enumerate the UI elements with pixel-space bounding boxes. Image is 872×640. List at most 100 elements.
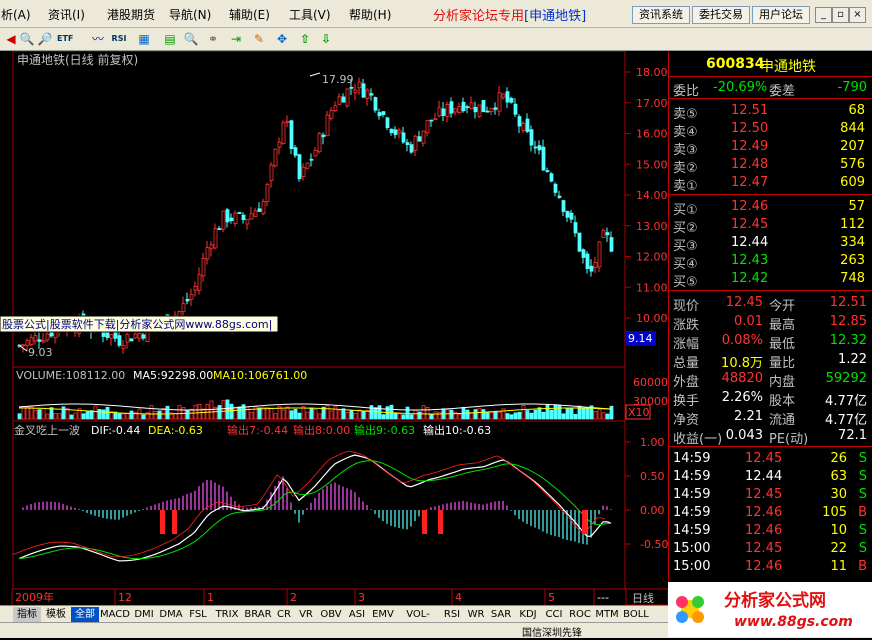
- date-label: 2009年: [15, 590, 54, 604]
- indicator-tab-dma[interactable]: DMA: [158, 607, 184, 622]
- candle-body: [197, 274, 202, 291]
- link-icon[interactable]: ⚭: [205, 31, 221, 47]
- candle-body: [333, 105, 338, 111]
- grid-icon[interactable]: ▦: [136, 31, 152, 47]
- menu-navigate[interactable]: 导航(N): [169, 6, 211, 23]
- indicator-tab-vr[interactable]: VR: [295, 607, 317, 622]
- volume-bar: [81, 413, 86, 420]
- menu-hk-futures[interactable]: 港股期货: [107, 6, 155, 23]
- candle-body: [137, 333, 142, 339]
- indicator-tab-cr[interactable]: CR: [274, 607, 294, 622]
- indicator-tab-kdj[interactable]: KDJ: [515, 607, 541, 622]
- indicator-tab-wr[interactable]: WR: [465, 607, 487, 622]
- candle-body: [249, 213, 254, 220]
- indicator-tab-vol-tdx[interactable]: VOL-TDX: [397, 607, 439, 635]
- indicator-tab-指标[interactable]: 指标: [13, 607, 41, 622]
- ask-row: 卖③ 12.49 207: [669, 139, 872, 158]
- tick-row: 14:59 12.44 63 S: [669, 469, 872, 487]
- volume-bar: [225, 399, 230, 420]
- menu-assist[interactable]: 辅助(E): [229, 6, 270, 23]
- indicator-tab-cci[interactable]: CCI: [542, 607, 566, 622]
- search-icon[interactable]: 🔍: [183, 31, 199, 47]
- tick-side: S: [858, 541, 867, 556]
- menu-help[interactable]: 帮助(H): [349, 6, 391, 23]
- zoom-out-icon[interactable]: 🔎: [37, 31, 53, 47]
- price-tick-label: 12.00: [636, 251, 668, 264]
- stat-row: 现价 12.45 今开 12.51: [669, 295, 872, 314]
- forum-button[interactable]: 用户论坛: [752, 6, 810, 24]
- restore-icon[interactable]: ▫: [832, 7, 849, 23]
- candle-body: [409, 144, 414, 153]
- indicator-tab-fsl[interactable]: FSL: [185, 607, 211, 622]
- indicator-tab-brar[interactable]: BRAR: [243, 607, 273, 622]
- volume-bar: [229, 403, 234, 420]
- chart-area[interactable]: 18.00 17.00 16.00 15.00 14.00 13.00 12.00 11.00…: [0, 51, 668, 605]
- trade-button[interactable]: 委托交易: [692, 6, 750, 24]
- candle-body: [257, 208, 262, 212]
- indicator-tab-asi[interactable]: ASI: [345, 607, 369, 622]
- move-icon[interactable]: ✥: [274, 31, 290, 47]
- indicator-tab-boll[interactable]: BOLL: [621, 607, 651, 622]
- candle-body: [449, 101, 454, 114]
- volume-bar: [469, 412, 474, 420]
- rsi-icon[interactable]: RSI: [111, 31, 127, 47]
- stat-label: 换手: [673, 394, 700, 409]
- tick-price: 12.46: [745, 505, 783, 520]
- indicator-tab-obv[interactable]: OBV: [318, 607, 344, 622]
- quote-panel: 600834 申通地铁 委比 -20.69% 委差 -790 卖⑤ 12.51 68…: [668, 51, 872, 605]
- close-icon[interactable]: ×: [849, 7, 866, 23]
- period-label[interactable]: 日线: [632, 591, 654, 605]
- candle-body: [469, 102, 474, 110]
- menu-news[interactable]: 资讯(I): [48, 6, 85, 23]
- table-icon[interactable]: ▤: [162, 31, 178, 47]
- indicator-tab-dmi[interactable]: DMI: [131, 607, 157, 622]
- back-icon[interactable]: ◀: [3, 31, 19, 47]
- indicator-tab-全部[interactable]: 全部: [71, 607, 99, 622]
- volume-bar: [189, 408, 194, 420]
- menu-tools[interactable]: 工具(V): [289, 6, 331, 23]
- indicator-tab-trix[interactable]: TRIX: [212, 607, 242, 622]
- indicator-tab-roc[interactable]: ROC: [567, 607, 593, 622]
- candle-body: [33, 335, 38, 342]
- indicator-tab-模板[interactable]: 模板: [42, 607, 70, 622]
- indicator-out7: 输出7:-0.44: [227, 423, 288, 437]
- volume-bar: [429, 413, 434, 420]
- zoom-in-icon[interactable]: 🔍: [19, 31, 35, 47]
- volume-bar: [325, 405, 330, 420]
- indicator-tab-macd[interactable]: MACD: [100, 607, 130, 622]
- candle-body: [513, 103, 518, 115]
- volume-bar: [393, 412, 398, 420]
- kline-chart[interactable]: 18.0017.0016.0015.0014.0013.0012.0011.00…: [0, 51, 668, 605]
- indicator-dea: DEA:-0.63: [148, 424, 203, 437]
- news-system-button[interactable]: 资讯系统: [632, 6, 690, 24]
- chart-line-icon[interactable]: 〰: [90, 31, 106, 47]
- indicator-tab-rsi[interactable]: RSI: [440, 607, 464, 622]
- volume-bar: [173, 413, 178, 420]
- volume-bar: [125, 412, 130, 420]
- volume-bar: [497, 412, 502, 420]
- volume-bar: [17, 413, 22, 420]
- ask-row: 卖① 12.47 609: [669, 175, 872, 194]
- volume-bar: [121, 413, 126, 420]
- minimize-icon[interactable]: _: [815, 7, 832, 23]
- arrow-down-icon[interactable]: ⇩: [318, 31, 334, 47]
- ask-label: 卖⑤: [673, 107, 698, 122]
- stat-label: 收益(一): [673, 432, 723, 447]
- bid-row: 买④ 12.43 263: [669, 253, 872, 272]
- tick-side: S: [858, 523, 867, 538]
- stat-row: 涨跌 0.01 最高 12.85: [669, 314, 872, 333]
- indicator-tab-emv[interactable]: EMV: [370, 607, 396, 622]
- indicator-tab-mtm[interactable]: MTM: [594, 607, 620, 622]
- volume-bar: [165, 405, 170, 420]
- menu-analysis[interactable]: 析(A): [1, 6, 31, 23]
- volume-bar: [413, 409, 418, 420]
- candle-body: [325, 114, 330, 137]
- ask-row: 卖⑤ 12.51 68: [669, 103, 872, 122]
- candle-body: [121, 345, 126, 349]
- etf-icon[interactable]: ETF: [57, 31, 73, 47]
- indicator-tab-sar[interactable]: SAR: [488, 607, 514, 622]
- arrow-up-icon[interactable]: ⇧: [297, 31, 313, 47]
- volume-bar: [257, 407, 262, 420]
- export-icon[interactable]: ⇥: [228, 31, 244, 47]
- pencil-icon[interactable]: ✎: [251, 31, 267, 47]
